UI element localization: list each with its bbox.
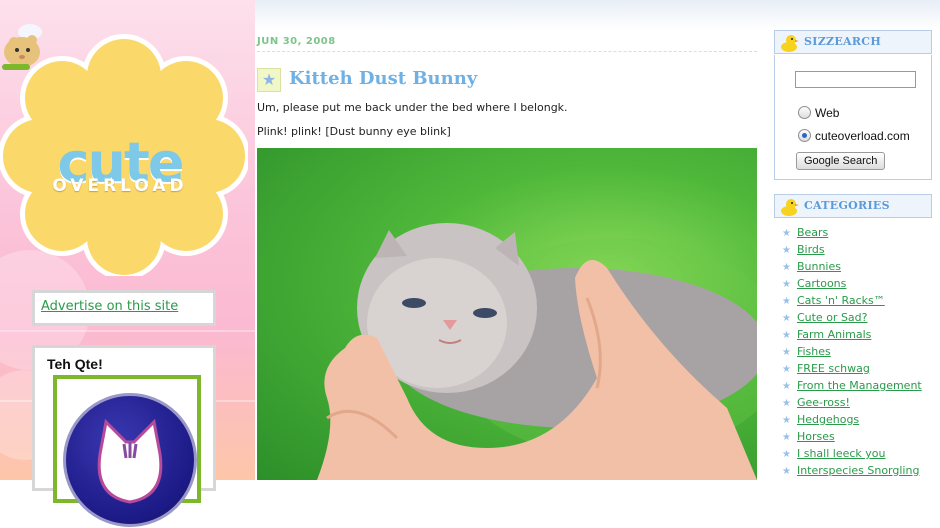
kitty-button-image <box>63 393 197 527</box>
category-link[interactable]: Cartoons <box>797 277 846 290</box>
category-item: ★ Interspecies Snorgling <box>782 462 922 479</box>
post-paragraph: Plink! plink! [Dust bunny eye blink] <box>257 125 451 138</box>
decor-stripe <box>0 330 255 332</box>
star-bullet-icon: ★ <box>782 381 791 392</box>
post-date: JUN 30, 2008 <box>257 36 336 47</box>
category-item: ★ Farm Animals <box>782 326 922 343</box>
category-item: ★ From the Management <box>782 377 922 394</box>
star-bullet-icon: ★ <box>782 364 791 375</box>
qte-image-frame[interactable] <box>53 375 201 527</box>
star-bullet-icon: ★ <box>782 296 791 307</box>
category-link[interactable]: I shall leeck you <box>797 447 886 460</box>
category-item: ★ Hedgehogs <box>782 411 922 428</box>
duck-icon <box>781 35 799 52</box>
post-divider <box>257 51 757 52</box>
star-bullet-icon: ★ <box>782 449 791 460</box>
category-item: ★ Birds <box>782 241 922 258</box>
advertise-box: Advertise on this site <box>32 290 216 326</box>
qte-widget: Teh Qte! <box>32 345 216 527</box>
search-widget-title: SIZZEARCH <box>804 35 882 48</box>
category-link[interactable]: Horses <box>797 430 835 443</box>
category-link[interactable]: Birds <box>797 243 825 256</box>
star-icon: ★ <box>261 70 277 89</box>
categories-widget-header: CATEGORIES <box>774 194 932 218</box>
category-link[interactable]: Farm Animals <box>797 328 871 341</box>
star-bullet-icon: ★ <box>782 245 791 256</box>
category-link[interactable]: FREE schwag <box>797 362 870 375</box>
radio-label: cuteoverload.com <box>815 129 910 143</box>
category-item: ★ Bunnies <box>782 258 922 275</box>
header-band <box>255 0 940 30</box>
star-bullet-icon: ★ <box>782 466 791 477</box>
category-link[interactable]: Fishes <box>797 345 831 358</box>
category-item: ★ Cartoons <box>782 275 922 292</box>
category-item: ★ I shall leeck you <box>782 445 922 462</box>
post-title-link[interactable]: Kitteh Dust Bunny <box>289 68 477 89</box>
category-item: ★ FREE schwag <box>782 360 922 377</box>
category-item: ★ Bears <box>782 224 922 241</box>
category-list: ★ Bears ★ Birds ★ Bunnies ★ Cartoons ★ Cats '… <box>782 224 922 479</box>
star-bullet-icon: ★ <box>782 398 791 409</box>
star-bullet-icon: ★ <box>782 432 791 443</box>
logo-subtitle: OVERLOAD <box>52 176 188 196</box>
hamster-icon <box>2 24 42 70</box>
radio-label: Web <box>815 106 840 120</box>
post-photo[interactable] <box>257 148 757 480</box>
category-item: ★ Horses <box>782 428 922 445</box>
category-link[interactable]: Bunnies <box>797 260 841 273</box>
star-bullet-icon: ★ <box>782 347 791 358</box>
category-item: ★ Fishes <box>782 343 922 360</box>
category-link[interactable]: From the Management <box>797 379 922 392</box>
cat-face-icon <box>97 418 163 504</box>
star-bullet-icon: ★ <box>782 330 791 341</box>
post-paragraph: Um, please put me back under the bed whe… <box>257 101 568 114</box>
radio-button-selected[interactable] <box>798 129 811 142</box>
category-link[interactable]: Cats 'n' Racks™ <box>797 294 885 307</box>
search-input[interactable] <box>795 71 916 88</box>
search-widget-header: SIZZEARCH <box>774 30 932 54</box>
star-bullet-icon: ★ <box>782 415 791 426</box>
star-bullet-icon: ★ <box>782 313 791 324</box>
search-option-web[interactable]: Web <box>798 106 839 120</box>
star-bullet-icon: ★ <box>782 279 791 290</box>
category-link[interactable]: Cute or Sad? <box>797 311 868 324</box>
category-item: ★ Gee-ross! <box>782 394 922 411</box>
search-option-site[interactable]: cuteoverload.com <box>798 129 910 143</box>
post-star-badge: ★ <box>257 68 281 92</box>
qte-title: Teh Qte! <box>47 356 103 372</box>
category-item: ★ Cats 'n' Racks™ <box>782 292 922 309</box>
category-item: ★ Cute or Sad? <box>782 309 922 326</box>
kitten-in-hand-photo <box>317 223 757 480</box>
star-bullet-icon: ★ <box>782 228 791 239</box>
category-link[interactable]: Interspecies Snorgling <box>797 464 919 477</box>
categories-widget-title: CATEGORIES <box>804 199 890 212</box>
advertise-link[interactable]: Advertise on this site <box>41 299 178 314</box>
duck-icon <box>781 199 799 216</box>
category-link[interactable]: Hedgehogs <box>797 413 859 426</box>
radio-button[interactable] <box>798 106 811 119</box>
google-search-button[interactable]: Google Search <box>796 152 886 170</box>
star-bullet-icon: ★ <box>782 262 791 273</box>
category-link[interactable]: Bears <box>797 226 828 239</box>
category-link[interactable]: Gee-ross! <box>797 396 850 409</box>
